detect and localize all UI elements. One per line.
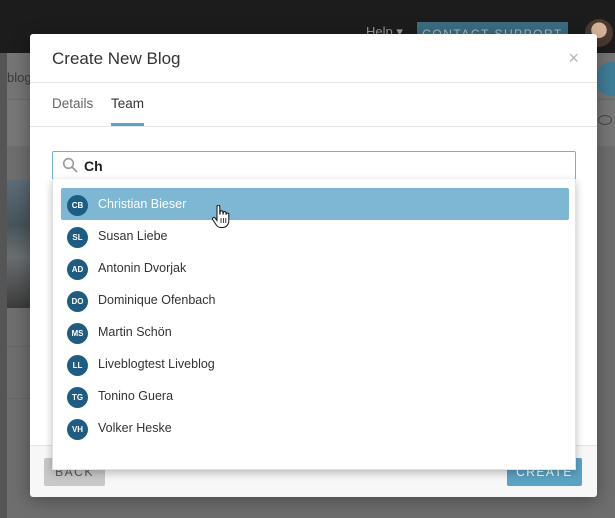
suggestion-name: Tonino Guera bbox=[98, 389, 174, 403]
view-icon[interactable] bbox=[598, 115, 612, 125]
suggestion-item[interactable]: DO Dominique Ofenbach bbox=[61, 284, 569, 316]
search-input[interactable] bbox=[84, 152, 564, 179]
initials-avatar: LL bbox=[67, 355, 88, 376]
modal-tabs: Details Team bbox=[30, 83, 597, 127]
suggestion-item[interactable]: CB Christian Bieser bbox=[61, 188, 569, 220]
modal-title: Create New Blog bbox=[52, 49, 181, 68]
suggestion-item[interactable]: TG Tonino Guera bbox=[61, 380, 569, 412]
initials-avatar: AD bbox=[67, 259, 88, 280]
suggestion-name: Susan Liebe bbox=[98, 229, 168, 243]
user-suggestions-dropdown: CB Christian Bieser SL Susan Liebe AD An… bbox=[52, 179, 576, 470]
team-search-field[interactable] bbox=[52, 151, 576, 180]
suggestion-item[interactable]: LL Liveblogtest Liveblog bbox=[61, 348, 569, 380]
initials-avatar: DO bbox=[67, 291, 88, 312]
initials-avatar: SL bbox=[67, 227, 88, 248]
app-sidebar bbox=[0, 53, 7, 518]
active-tab-indicator bbox=[111, 123, 144, 126]
search-icon bbox=[62, 157, 78, 173]
blog-thumbnail bbox=[7, 180, 30, 308]
suggestion-name: Volker Heske bbox=[98, 421, 172, 435]
initials-avatar: CB bbox=[67, 195, 88, 216]
suggestion-name: Christian Bieser bbox=[98, 197, 187, 211]
suggestion-item[interactable]: VH Volker Heske bbox=[61, 412, 569, 444]
initials-avatar: VH bbox=[67, 419, 88, 440]
tab-team[interactable]: Team bbox=[111, 96, 144, 111]
suggestion-item[interactable]: MS Martin Schön bbox=[61, 316, 569, 348]
page-breadcrumb: blog bbox=[7, 70, 32, 85]
suggestion-item[interactable]: AD Antonin Dvorjak bbox=[61, 252, 569, 284]
suggestion-name: Martin Schön bbox=[98, 325, 172, 339]
suggestion-name: Antonin Dvorjak bbox=[98, 261, 187, 275]
close-icon[interactable]: × bbox=[568, 48, 579, 68]
initials-avatar: TG bbox=[67, 387, 88, 408]
hand-cursor-icon bbox=[212, 205, 230, 228]
initials-avatar: MS bbox=[67, 323, 88, 344]
tab-details[interactable]: Details bbox=[52, 96, 93, 111]
suggestion-name: Liveblogtest Liveblog bbox=[98, 357, 215, 371]
modal-header: Create New Blog × bbox=[30, 34, 597, 83]
suggestion-item[interactable]: SL Susan Liebe bbox=[61, 220, 569, 252]
suggestion-name: Dominique Ofenbach bbox=[98, 293, 216, 307]
